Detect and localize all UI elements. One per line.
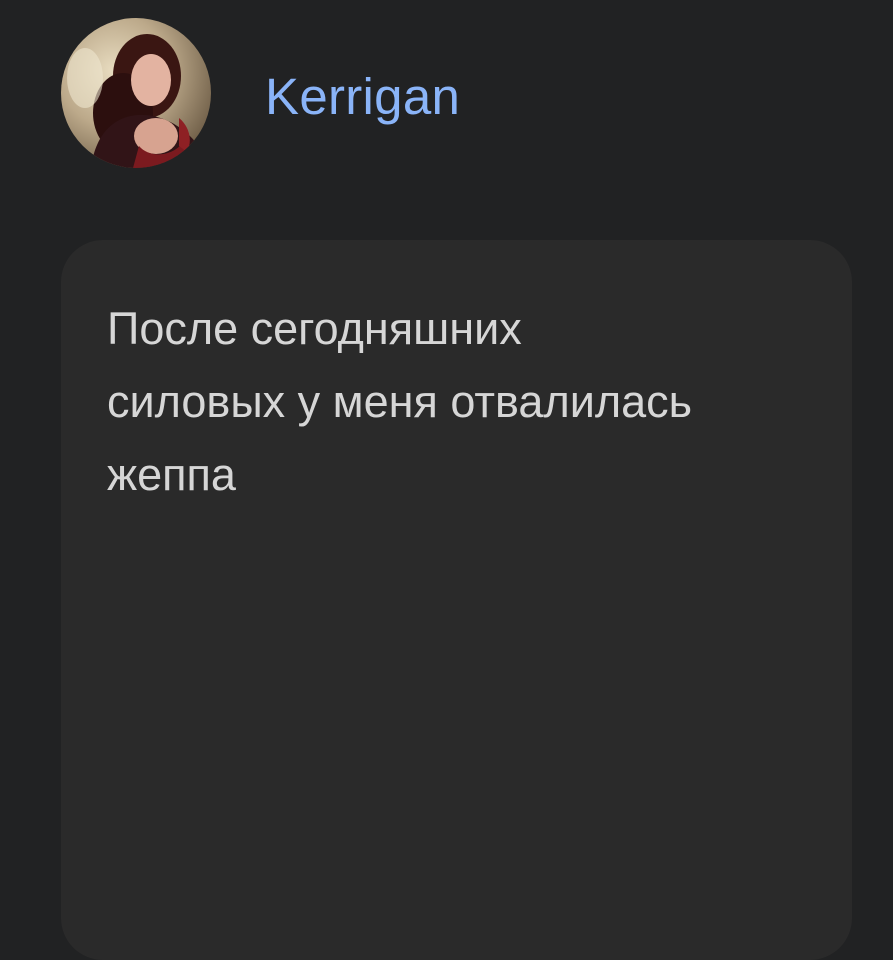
author-name[interactable]: Kerrigan <box>265 67 460 126</box>
avatar-photo-icon <box>61 18 211 168</box>
message-text: После сегодняшних силовых у меня отвалил… <box>107 303 693 500</box>
post-header: Kerrigan <box>61 18 460 168</box>
avatar[interactable] <box>61 18 211 168</box>
message-card: После сегодняшних силовых у меня отвалил… <box>61 240 852 960</box>
